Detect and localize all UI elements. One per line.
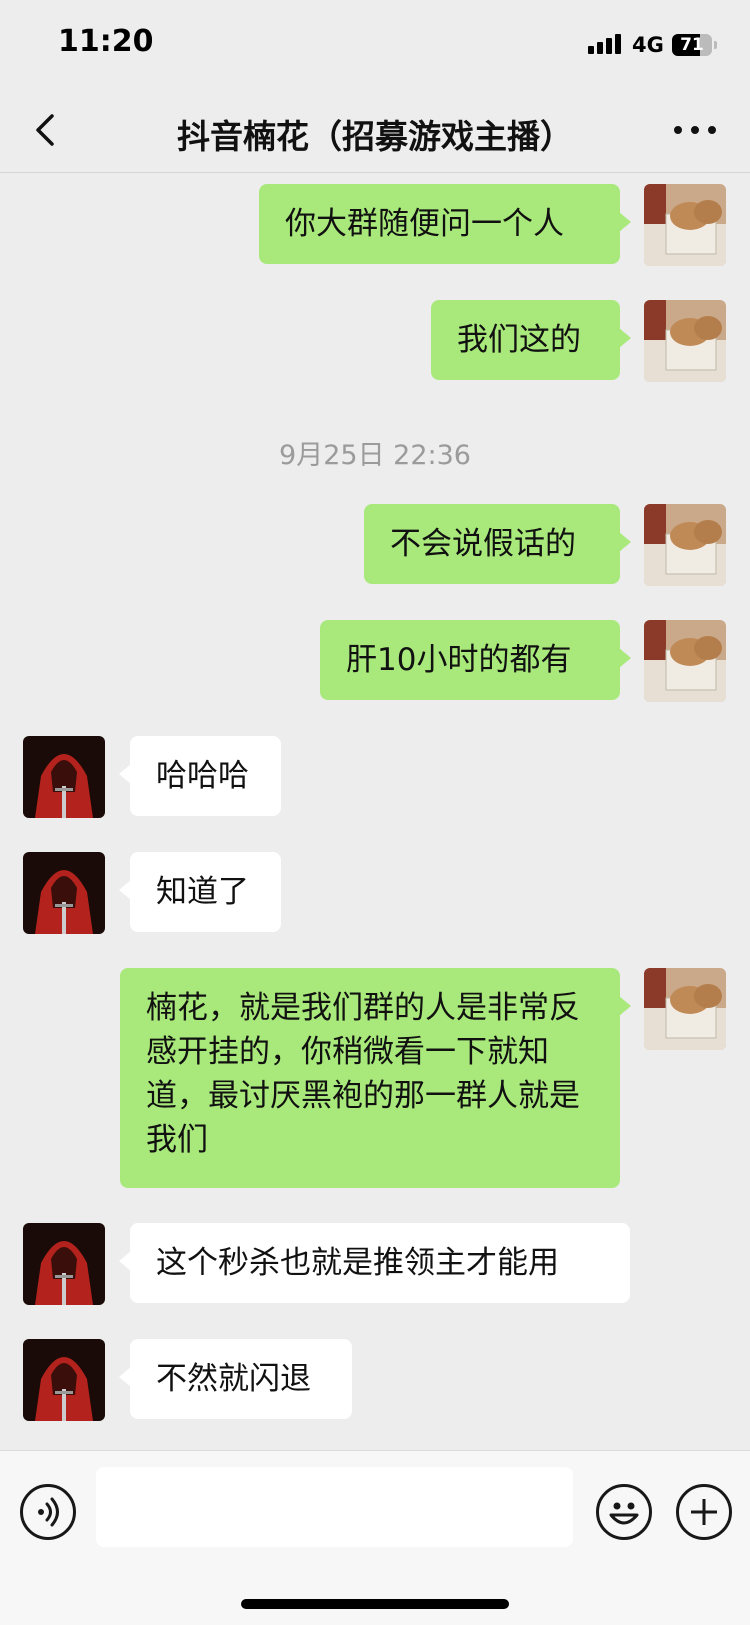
sent-bubble[interactable]: 不会说假话的 xyxy=(364,504,631,584)
battery-tip xyxy=(714,41,717,49)
chevron-left-icon[interactable] xyxy=(30,112,66,148)
contact-avatar[interactable] xyxy=(23,1339,105,1421)
received-bubble[interactable]: 哈哈哈 xyxy=(119,736,281,816)
my-avatar[interactable] xyxy=(644,504,726,586)
plus-icon[interactable] xyxy=(676,1484,732,1540)
my-avatar[interactable] xyxy=(644,184,726,266)
my-avatar[interactable] xyxy=(644,300,726,382)
status-time: 11:20 xyxy=(58,24,154,59)
input-bar xyxy=(0,1450,750,1625)
home-indicator[interactable] xyxy=(241,1599,509,1609)
battery-level: 71 xyxy=(680,35,704,55)
message-timestamp: 9月25日 22:36 xyxy=(279,440,471,471)
signal-icon xyxy=(588,34,621,54)
network-type: 4G xyxy=(632,33,664,57)
more-dots-icon[interactable] xyxy=(672,120,718,140)
chat-title: 抖音楠花（招募游戏主播） xyxy=(177,117,573,156)
message-input[interactable] xyxy=(96,1467,573,1547)
sent-bubble[interactable]: 你大群随便问一个人 xyxy=(259,184,631,264)
battery-icon: 71 xyxy=(672,34,712,56)
emoji-icon[interactable] xyxy=(596,1484,652,1540)
voice-icon[interactable] xyxy=(20,1484,76,1540)
contact-avatar[interactable] xyxy=(23,852,105,934)
message-list[interactable]: 你大群随便问一个人 我们这的 9月25日 22:36 不会说假话的 肝10小时的… xyxy=(0,173,750,1450)
my-avatar[interactable] xyxy=(644,968,726,1050)
chat-header: 抖音楠花（招募游戏主播） xyxy=(0,90,750,173)
my-avatar[interactable] xyxy=(644,620,726,702)
sent-bubble[interactable]: 肝10小时的都有 xyxy=(320,620,631,700)
status-bar: 11:20 4G 71 xyxy=(0,0,750,90)
received-bubble[interactable]: 不然就闪退 xyxy=(119,1339,352,1419)
received-bubble[interactable]: 这个秒杀也就是推领主才能用 xyxy=(119,1223,630,1303)
contact-avatar[interactable] xyxy=(23,736,105,818)
received-bubble[interactable]: 知道了 xyxy=(119,852,281,932)
sent-bubble[interactable]: 我们这的 xyxy=(431,300,631,380)
sent-bubble[interactable]: 楠花，就是我们群的人是非常反感开挂的，你稍微看一下就知道，最讨厌黑袍的那一群人就… xyxy=(120,968,631,1188)
contact-avatar[interactable] xyxy=(23,1223,105,1305)
